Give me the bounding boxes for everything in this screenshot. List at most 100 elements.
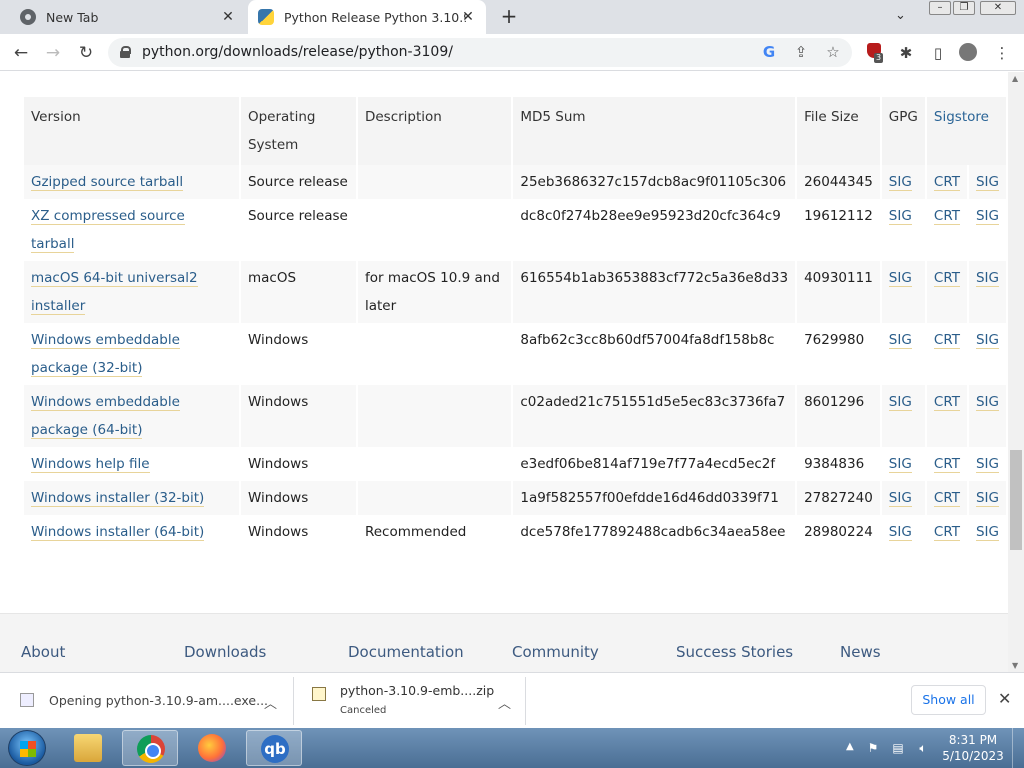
version-link[interactable]: Windows embeddable package (32-bit) (31, 332, 180, 377)
back-arrow-icon[interactable]: ← (10, 42, 32, 64)
version-cell[interactable]: Windows help file (24, 447, 241, 481)
reload-icon[interactable]: ↻ (75, 42, 97, 64)
version-cell[interactable]: Windows installer (64-bit) (24, 515, 241, 549)
maximize-button[interactable]: ❐ (953, 1, 975, 15)
version-cell[interactable]: Windows installer (32-bit) (24, 481, 241, 515)
sigstore-sig-link[interactable]: SIG (975, 456, 999, 473)
sigstore-sig-link[interactable]: SIG (975, 174, 999, 191)
page-scrollbar[interactable]: ▲ ▼ (1008, 72, 1024, 672)
sigstore-crt-cell[interactable]: CRT (927, 261, 969, 323)
forward-arrow-icon[interactable]: → (42, 42, 64, 64)
sigstore-sig-link[interactable]: SIG (975, 524, 999, 541)
show-desktop-button[interactable] (1012, 728, 1024, 768)
tray-overflow-icon[interactable]: ▲ (846, 741, 854, 752)
sigstore-sig-link[interactable]: SIG (975, 394, 999, 411)
sigstore-crt-cell[interactable]: CRT (927, 447, 969, 481)
sigstore-crt-cell[interactable]: CRT (927, 385, 969, 447)
sigstore-sig-cell[interactable]: SIG (969, 481, 1008, 515)
gpg-sig-link[interactable]: SIG (888, 456, 912, 473)
volume-icon[interactable]: 🔈︎ (916, 741, 930, 755)
sigstore-crt-cell[interactable]: CRT (927, 165, 969, 199)
gpg-sig-cell[interactable]: SIG (882, 481, 927, 515)
gpg-sig-cell[interactable]: SIG (882, 261, 927, 323)
scroll-thumb[interactable] (1010, 450, 1022, 550)
action-center-flag-icon[interactable]: ⚑ (866, 741, 880, 755)
close-icon[interactable]: ✕ (460, 9, 476, 25)
sigstore-crt-link[interactable]: CRT (933, 270, 960, 287)
bookmark-star-icon[interactable]: ☆ (824, 43, 842, 61)
sigstore-sig-link[interactable]: SIG (975, 332, 999, 349)
side-panel-icon[interactable]: ▯ (928, 43, 948, 63)
taskbar-chrome[interactable] (122, 730, 178, 766)
taskbar-file-explorer[interactable] (60, 730, 116, 766)
version-link[interactable]: Windows installer (32-bit) (31, 490, 205, 507)
sigstore-crt-link[interactable]: CRT (933, 490, 960, 507)
version-cell[interactable]: Windows embeddable package (32-bit) (24, 323, 241, 385)
minimize-button[interactable]: – (929, 1, 951, 15)
sigstore-sig-cell[interactable]: SIG (969, 261, 1008, 323)
tab-search-icon[interactable]: ⌄ (895, 8, 906, 23)
gpg-sig-cell[interactable]: SIG (882, 515, 927, 549)
sigstore-crt-link[interactable]: CRT (933, 332, 960, 349)
tab-new-tab[interactable]: New Tab ✕ (8, 0, 246, 34)
gpg-sig-link[interactable]: SIG (888, 174, 912, 191)
version-cell[interactable]: XZ compressed source tarball (24, 199, 241, 261)
tab-python-release[interactable]: Python Release Python 3.10.9 | P ✕ (248, 0, 486, 34)
footer-link-downloads[interactable]: Downloads (184, 643, 266, 661)
show-all-button[interactable]: Show all (911, 685, 986, 715)
sigstore-sig-cell[interactable]: SIG (969, 447, 1008, 481)
version-cell[interactable]: Gzipped source tarball (24, 165, 241, 199)
version-cell[interactable]: macOS 64-bit universal2 installer (24, 261, 241, 323)
close-icon[interactable]: ✕ (220, 9, 236, 25)
footer-link-about[interactable]: About (21, 643, 65, 661)
sigstore-crt-link[interactable]: CRT (933, 174, 960, 191)
gpg-sig-link[interactable]: SIG (888, 270, 912, 287)
footer-link-community[interactable]: Community (512, 643, 599, 661)
share-icon[interactable]: ⇪ (792, 43, 810, 61)
sigstore-crt-cell[interactable]: CRT (927, 481, 969, 515)
sigstore-sig-cell[interactable]: SIG (969, 323, 1008, 385)
sigstore-crt-link[interactable]: CRT (933, 394, 960, 411)
new-tab-button[interactable]: + (499, 6, 519, 26)
chevron-up-icon[interactable]: ︿ (264, 693, 277, 712)
sigstore-sig-cell[interactable]: SIG (969, 165, 1008, 199)
gpg-sig-cell[interactable]: SIG (882, 323, 927, 385)
sigstore-sig-link[interactable]: SIG (975, 490, 999, 507)
gpg-sig-cell[interactable]: SIG (882, 447, 927, 481)
sigstore-sig-cell[interactable]: SIG (969, 385, 1008, 447)
lock-icon[interactable] (120, 46, 131, 58)
sigstore-sig-link[interactable]: SIG (975, 270, 999, 287)
sigstore-sig-cell[interactable]: SIG (969, 199, 1008, 261)
sigstore-crt-cell[interactable]: CRT (927, 199, 969, 261)
footer-link-news[interactable]: News (840, 643, 881, 661)
version-link[interactable]: Windows embeddable package (64-bit) (31, 394, 180, 439)
url-text[interactable]: python.org/downloads/release/python-3109… (142, 44, 453, 60)
scroll-down-arrow-icon[interactable]: ▼ (1012, 661, 1018, 670)
extension-shield-icon[interactable]: 3 (864, 43, 884, 63)
taskbar-qbittorrent[interactable]: qb (246, 730, 302, 766)
chevron-up-icon[interactable]: ︿ (498, 693, 511, 712)
version-link[interactable]: macOS 64-bit universal2 installer (31, 270, 198, 315)
sigstore-crt-link[interactable]: CRT (933, 456, 960, 473)
gpg-sig-link[interactable]: SIG (888, 208, 912, 225)
sigstore-sig-link[interactable]: SIG (975, 208, 999, 225)
google-translate-icon[interactable]: G (760, 43, 778, 61)
sigstore-crt-link[interactable]: CRT (933, 208, 960, 225)
kebab-menu-icon[interactable]: ⋮ (992, 43, 1012, 63)
version-link[interactable]: Windows installer (64-bit) (31, 524, 205, 541)
sigstore-sig-cell[interactable]: SIG (969, 515, 1008, 549)
scroll-up-arrow-icon[interactable]: ▲ (1012, 74, 1018, 83)
gpg-sig-link[interactable]: SIG (888, 332, 912, 349)
gpg-sig-cell[interactable]: SIG (882, 385, 927, 447)
download-item-exe[interactable]: Opening python-3.10.9-am....exe... ︿ (8, 677, 294, 725)
version-cell[interactable]: Windows embeddable package (64-bit) (24, 385, 241, 447)
version-link[interactable]: Windows help file (31, 456, 150, 473)
gpg-sig-cell[interactable]: SIG (882, 165, 927, 199)
sigstore-crt-link[interactable]: CRT (933, 524, 960, 541)
address-bar[interactable]: python.org/downloads/release/python-3109… (108, 38, 852, 67)
version-link[interactable]: XZ compressed source tarball (31, 208, 185, 253)
gpg-sig-link[interactable]: SIG (888, 524, 912, 541)
download-item-zip[interactable]: python-3.10.9-emb....zip Canceled ︿ (296, 677, 526, 725)
sigstore-link[interactable]: Sigstore (934, 109, 989, 125)
profile-avatar-icon[interactable] (958, 43, 978, 63)
